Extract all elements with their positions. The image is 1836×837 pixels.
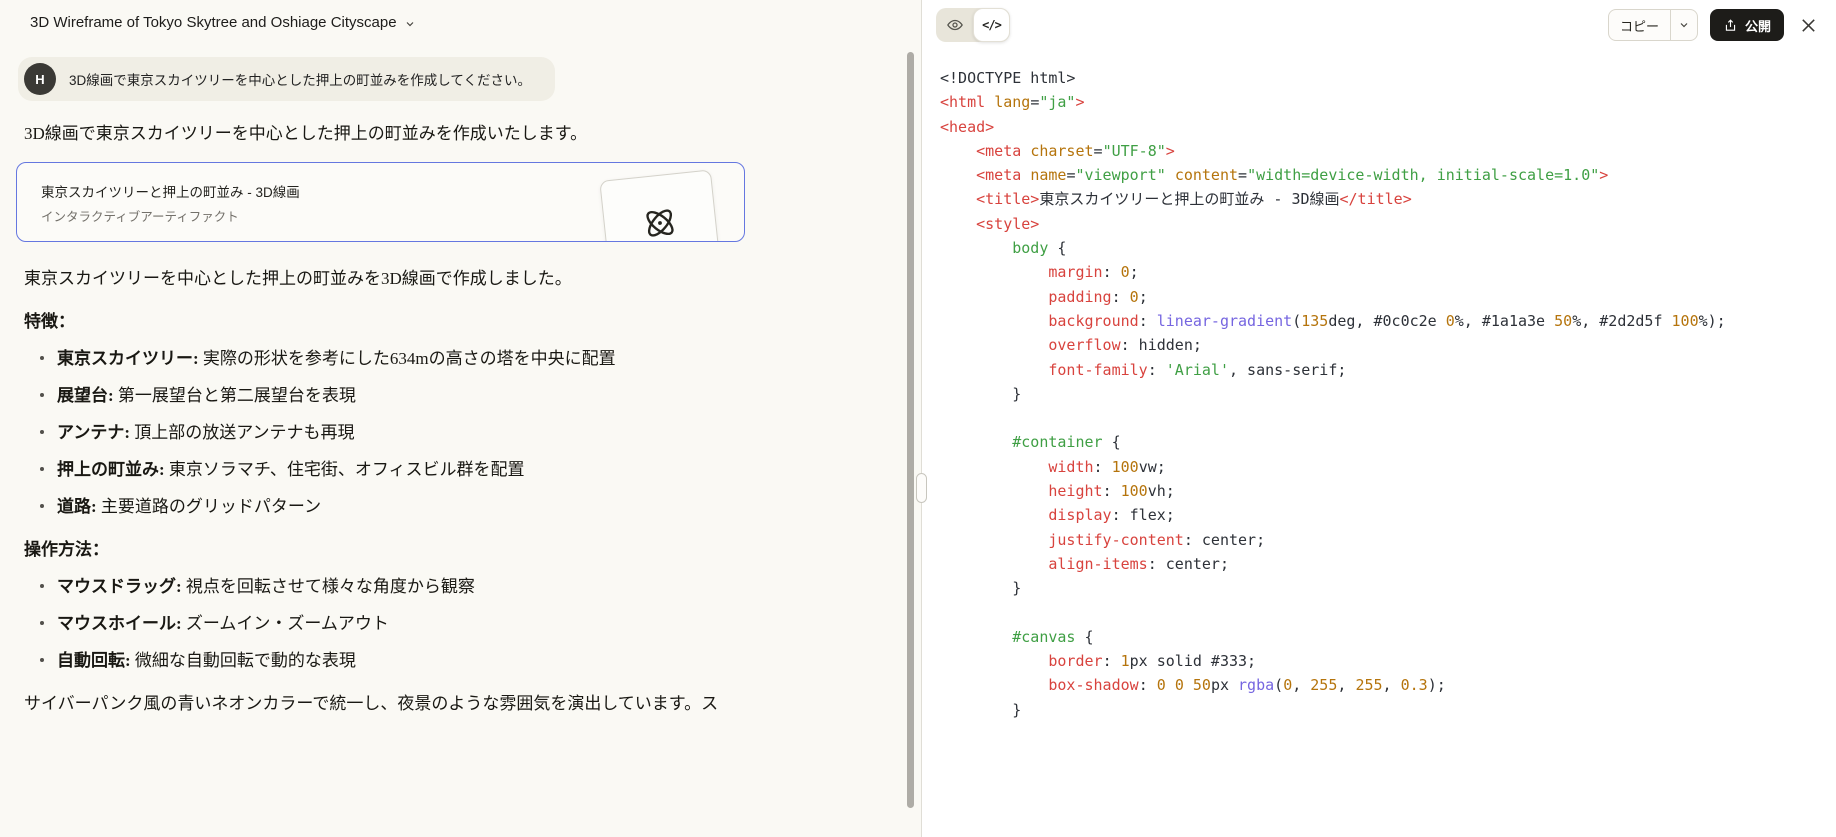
assistant-intro: 3D線画で東京スカイツリーを中心とした押上の町並みを作成いたします。 [24,124,588,143]
code-viewer[interactable]: <!DOCTYPE html> <html lang="ja"> <head> <m… [922,44,1836,837]
list-item: 道路: 主要道路のグリッドパターン [40,496,921,517]
controls-heading: 操作方法： [24,540,109,559]
toolbar-actions: コピー 公開 [1607,9,1820,41]
app-window: 3D Wireframe of Tokyo Skytree and Oshiag… [0,0,1836,837]
panel-divider [916,0,927,837]
panel-resize-handle[interactable] [916,473,927,503]
list-item: マウスホイール: ズームイン・ズームアウト [40,613,921,634]
user-message: H 3D線画で東京スカイツリーを中心とした押上の町並みを作成してください。 [18,57,555,101]
chevron-down-icon [404,18,416,30]
artifact-toolbar: </> コピー 公開 [922,0,1836,44]
code-icon: </> [982,18,1002,32]
controls-list: マウスドラッグ: 視点を回転させて様々な角度から観察 マウスホイール: ズームイン… [0,576,921,671]
close-icon [1801,18,1815,32]
code-content: <!DOCTYPE html> <html lang="ja"> <head> <m… [940,69,1726,719]
eye-icon [946,19,963,31]
copy-options-button[interactable] [1669,10,1697,40]
list-item: アンテナ: 頂上部の放送アンテナも再現 [40,422,921,443]
list-item: 展望台: 第一展望台と第二展望台を表現 [40,385,921,406]
artifact-card[interactable]: 東京スカイツリーと押上の町並み - 3D線画 インタラクティブアーティファクト [16,162,745,242]
user-message-text: 3D線画で東京スカイツリーを中心とした押上の町並みを作成してください。 [69,73,531,88]
chat-scrollbar[interactable] [907,52,914,808]
list-item: マウスドラッグ: 視点を回転させて様々な角度から観察 [40,576,921,597]
copy-button[interactable]: コピー [1609,10,1670,40]
conversation-title: 3D Wireframe of Tokyo Skytree and Oshiag… [30,14,397,31]
copy-split-button: コピー [1607,9,1698,41]
close-artifact-button[interactable] [1796,13,1820,37]
features-list: 東京スカイツリー: 実際の形状を参考にした634mの高さの塔を中央に配置 展望台:… [0,348,921,517]
artifact-panel: </> コピー 公開 <!DOCTYPE html> <html lang="j… [922,0,1836,837]
view-toggle: </> [936,8,1010,42]
atom-icon [646,209,674,237]
code-toggle-button[interactable]: </> [973,8,1010,42]
assistant-result: 東京スカイツリーを中心とした押上の町並みを3D線画で作成しました。 [24,269,572,288]
list-item: 東京スカイツリー: 実際の形状を参考にした634mの高さの塔を中央に配置 [40,348,921,369]
publish-button-label: 公開 [1744,18,1771,34]
assistant-outro: サイバーパンク風の青いネオンカラーで統一し、夜景のような雰囲気を演出しています。… [24,694,719,713]
chevron-down-icon [1680,23,1688,28]
features-heading: 特徴： [24,312,75,331]
list-item: 押上の町並み: 東京ソラマチ、住宅街、オフィスビル群を配置 [40,459,921,480]
share-icon [1725,18,1736,31]
copy-button-label: コピー [1619,18,1659,34]
artifact-thumbnail [599,169,721,241]
conversation-title-menu[interactable]: 3D Wireframe of Tokyo Skytree and Oshiag… [0,0,921,31]
user-avatar: H [24,63,56,95]
preview-toggle-button[interactable] [936,8,973,42]
list-item: 自動回転: 微細な自動回転で動的な表現 [40,650,921,671]
publish-button[interactable]: 公開 [1709,9,1784,41]
chat-panel: 3D Wireframe of Tokyo Skytree and Oshiag… [0,0,921,837]
